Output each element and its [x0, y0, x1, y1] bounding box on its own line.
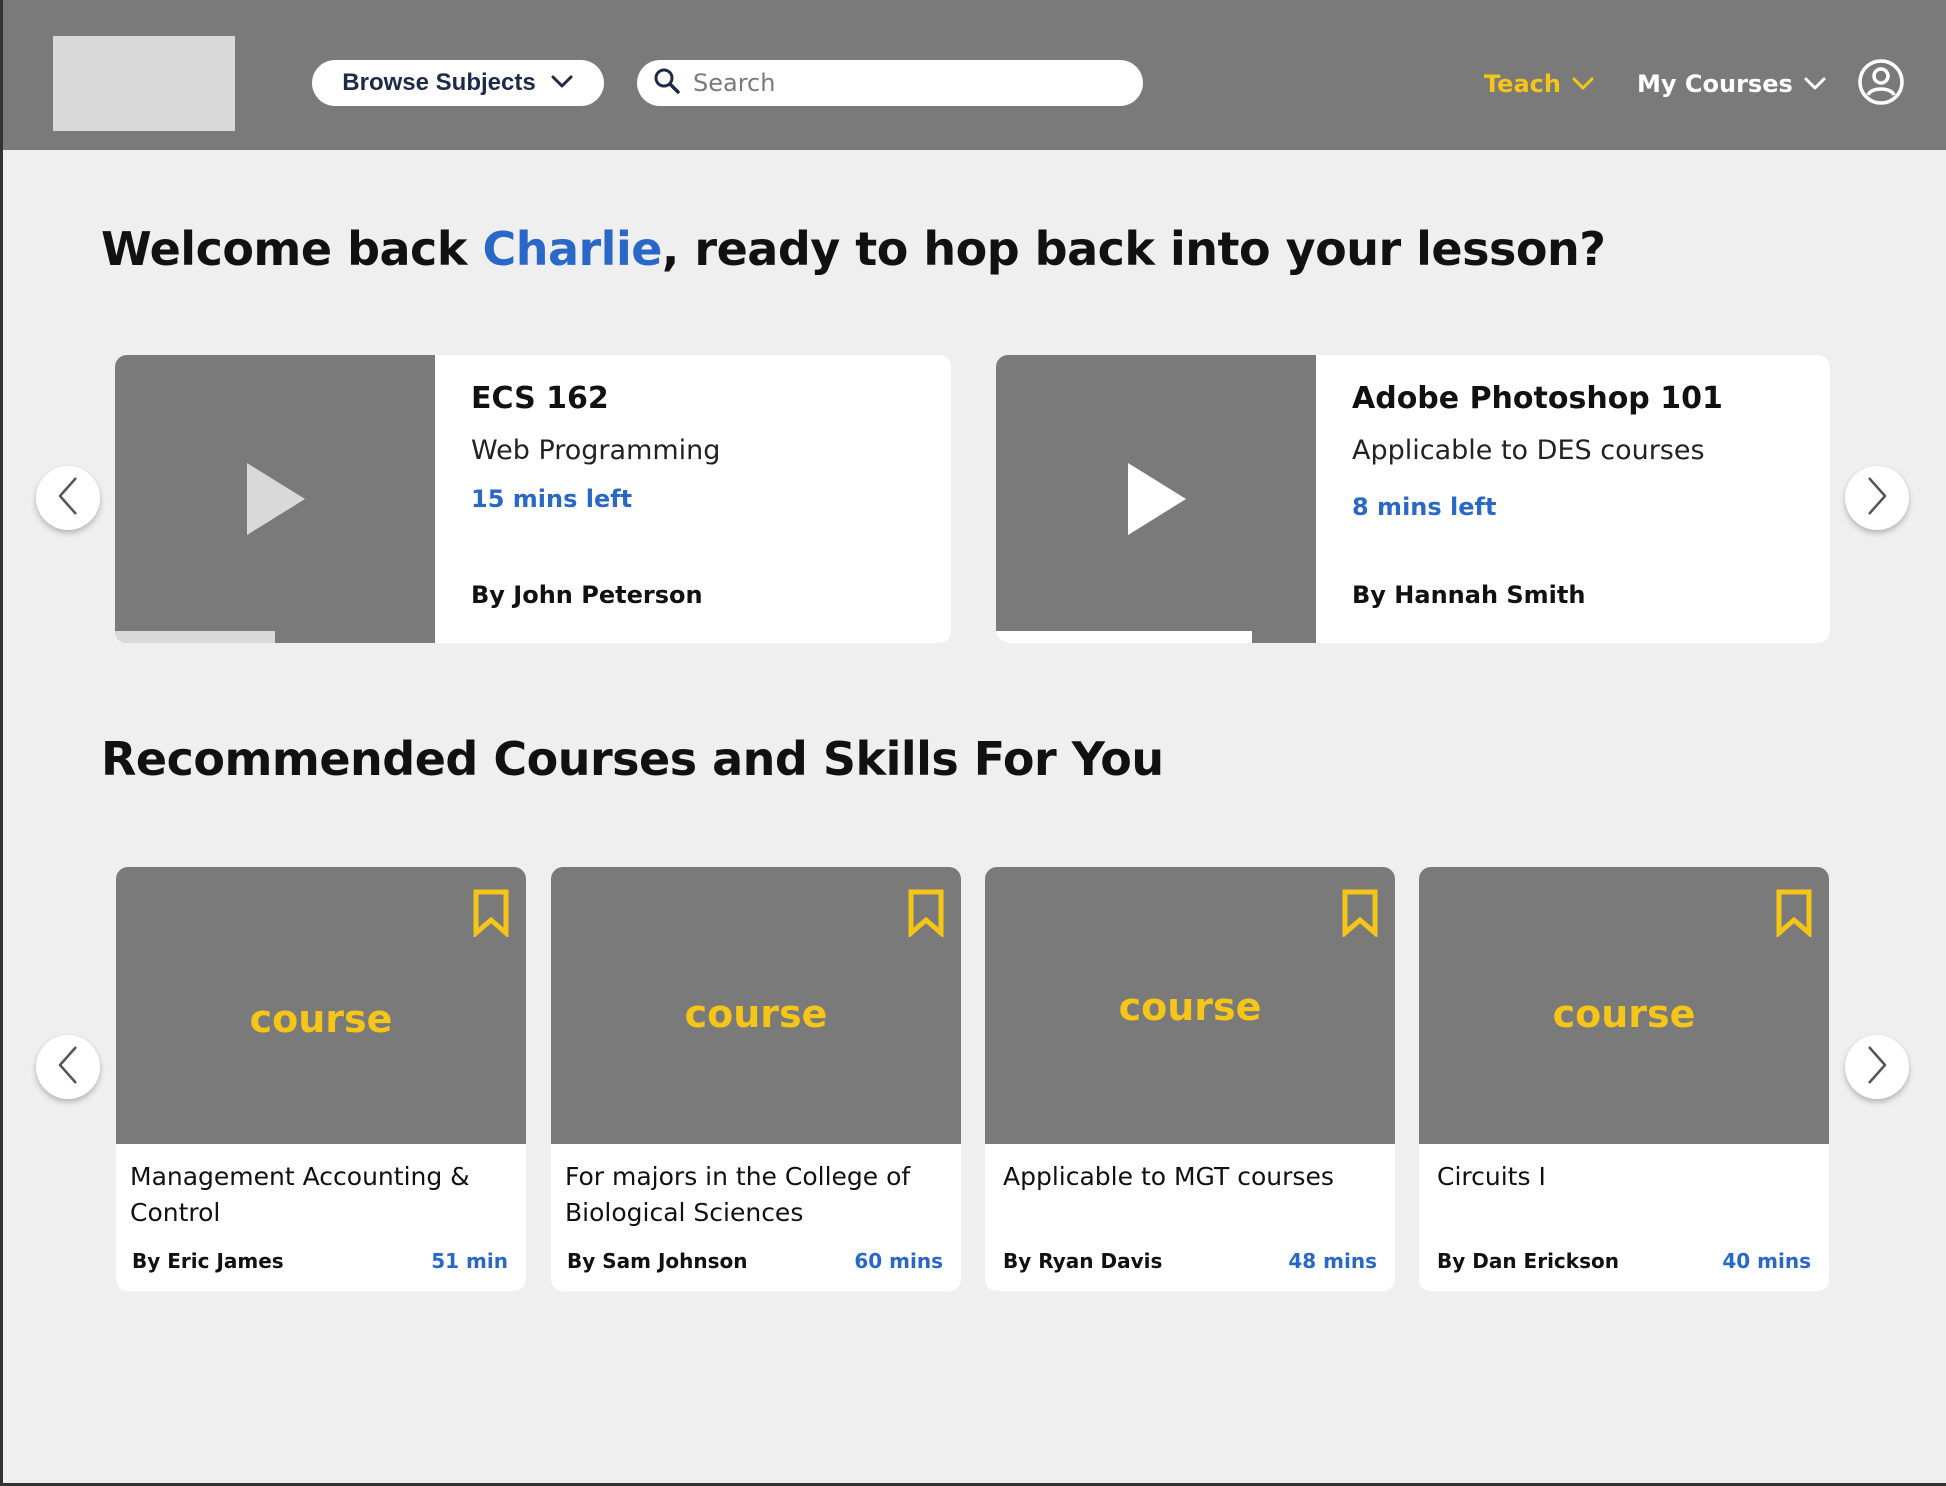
recommended-prev-button[interactable] [36, 1035, 100, 1099]
course-author: By Dan Erickson [1437, 1249, 1619, 1273]
my-courses-label: My Courses [1637, 70, 1793, 98]
course-description: For majors in the College of Biological … [565, 1162, 911, 1227]
course-cover[interactable]: course [985, 867, 1395, 1144]
welcome-prefix: Welcome back [101, 222, 483, 276]
my-courses-menu[interactable]: My Courses [1637, 66, 1827, 102]
video-progress-bar [996, 631, 1252, 643]
video-progress-bar [115, 631, 275, 643]
course-author: By Sam Johnson [567, 1249, 748, 1273]
search-input[interactable] [691, 68, 1115, 98]
welcome-heading: Welcome back Charlie, ready to hop back … [101, 222, 1606, 276]
user-circle-icon[interactable] [1857, 58, 1905, 106]
video-thumbnail[interactable] [996, 355, 1316, 643]
play-icon[interactable] [1128, 463, 1186, 539]
course-card[interactable]: course Applicable to MGT courses By Ryan… [985, 867, 1395, 1291]
cover-text: course [1552, 992, 1696, 1036]
course-description: Applicable to MGT courses [1003, 1162, 1334, 1191]
video-thumbnail[interactable] [115, 355, 435, 643]
continue-next-button[interactable] [1845, 466, 1909, 530]
cover-text: course [249, 997, 393, 1041]
chevron-down-icon [1803, 70, 1827, 98]
teach-label: Teach [1484, 70, 1561, 98]
course-author: By Ryan Davis [1003, 1249, 1163, 1273]
course-cover[interactable]: course [551, 867, 961, 1144]
browse-subjects-button[interactable]: Browse Subjects [312, 60, 604, 106]
teach-menu[interactable]: Teach [1484, 66, 1595, 102]
course-duration: 48 mins [1288, 1249, 1377, 1273]
continue-card[interactable]: ECS 162 Web Programming 15 mins left By … [115, 355, 951, 643]
chevron-right-icon [1865, 1045, 1889, 1089]
course-duration: 51 min [431, 1249, 508, 1273]
continue-card[interactable]: Adobe Photoshop 101 Applicable to DES co… [996, 355, 1830, 643]
top-navigation-bar: Browse Subjects Teach My Courses [3, 0, 1946, 150]
course-subtitle: Applicable to DES courses [1352, 435, 1705, 466]
user-name: Charlie [482, 222, 662, 276]
course-author: By John Peterson [471, 581, 703, 609]
search-icon [637, 67, 681, 99]
course-description: Management Accounting & Control [130, 1162, 470, 1227]
bookmark-icon[interactable] [907, 889, 945, 941]
chevron-down-icon [1571, 70, 1595, 98]
course-cover[interactable]: course [1419, 867, 1829, 1144]
course-card[interactable]: course Management Accounting & Control B… [116, 867, 526, 1291]
cover-text: course [1118, 985, 1262, 1029]
welcome-suffix: , ready to hop back into your lesson? [661, 222, 1606, 276]
chevron-right-icon [1865, 476, 1889, 520]
course-cover[interactable]: course [116, 867, 526, 1144]
time-left: 8 mins left [1352, 493, 1497, 521]
course-title: Adobe Photoshop 101 [1352, 381, 1723, 416]
recommended-heading: Recommended Courses and Skills For You [101, 732, 1164, 786]
chevron-left-icon [56, 476, 80, 520]
recommended-next-button[interactable] [1845, 1035, 1909, 1099]
course-subtitle: Web Programming [471, 435, 721, 466]
time-left: 15 mins left [471, 485, 633, 513]
course-card[interactable]: course Circuits I By Dan Erickson 40 min… [1419, 867, 1829, 1291]
course-card[interactable]: course For majors in the College of Biol… [551, 867, 961, 1291]
course-duration: 40 mins [1722, 1249, 1811, 1273]
cover-text: course [684, 992, 828, 1036]
play-icon[interactable] [247, 463, 305, 539]
bookmark-icon[interactable] [1775, 889, 1813, 941]
course-author: By Eric James [132, 1249, 284, 1273]
course-author: By Hannah Smith [1352, 581, 1586, 609]
course-duration: 60 mins [854, 1249, 943, 1273]
search-bar[interactable] [637, 60, 1143, 106]
bookmark-icon[interactable] [472, 889, 510, 941]
course-title: ECS 162 [471, 381, 609, 416]
browse-subjects-label: Browse Subjects [342, 69, 536, 96]
chevron-down-icon [550, 69, 574, 97]
logo-placeholder[interactable] [53, 36, 235, 131]
continue-prev-button[interactable] [36, 466, 100, 530]
bookmark-icon[interactable] [1341, 889, 1379, 941]
chevron-left-icon [56, 1045, 80, 1089]
course-description: Circuits I [1437, 1162, 1546, 1191]
